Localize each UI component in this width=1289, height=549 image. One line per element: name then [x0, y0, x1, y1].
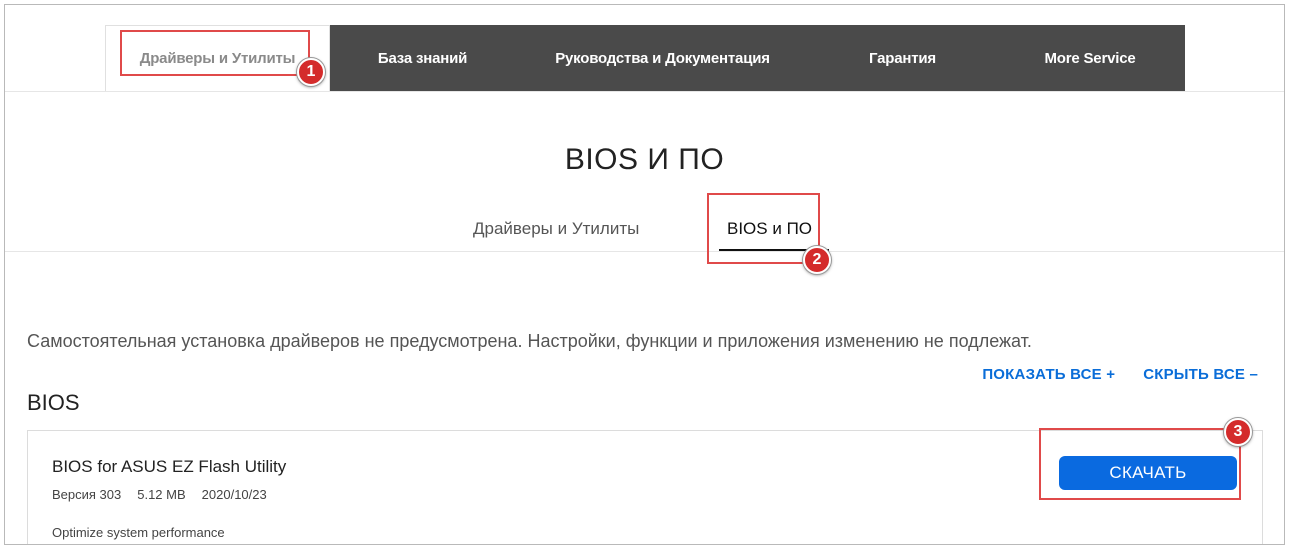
- subtabs-divider: [5, 251, 1284, 252]
- highlight-box-3: [1039, 428, 1241, 500]
- nav-tab-more-service[interactable]: More Service: [995, 25, 1185, 91]
- nav-tab-warranty[interactable]: Гарантия: [810, 25, 995, 91]
- nav-tab-manuals[interactable]: Руководства и Документация: [515, 25, 810, 91]
- show-all-link[interactable]: ПОКАЗАТЬ ВСЕ +: [982, 366, 1115, 383]
- nav-tab-knowledge-base[interactable]: База знаний: [330, 25, 515, 91]
- highlight-box-2: [707, 193, 820, 264]
- step-badge-1: 1: [297, 58, 325, 86]
- subtab-drivers[interactable]: Драйверы и Утилиты: [473, 219, 639, 239]
- step-badge-2: 2: [803, 246, 831, 274]
- item-description: Optimize system performance: [52, 525, 225, 540]
- hide-all-link[interactable]: СКРЫТЬ ВСЕ –: [1143, 366, 1258, 383]
- expand-controls: ПОКАЗАТЬ ВСЕ + СКРЫТЬ ВСЕ –: [982, 366, 1258, 383]
- subtabs: Драйверы и Утилиты BIOS и ПО: [5, 211, 1284, 252]
- page-title: BIOS И ПО: [564, 143, 725, 176]
- step-badge-3: 3: [1224, 418, 1252, 446]
- section-title-bios: BIOS: [27, 390, 80, 415]
- nav-divider: [5, 91, 1284, 92]
- install-notice: Самостоятельная установка драйверов не п…: [27, 331, 1032, 351]
- item-date: 2020/10/23: [201, 487, 267, 502]
- item-title: BIOS for ASUS EZ Flash Utility: [52, 457, 287, 476]
- item-size: 5.12 MB: [137, 487, 186, 502]
- item-meta: Версия 303 5.12 MB 2020/10/23: [52, 487, 267, 502]
- item-version: Версия 303: [52, 487, 122, 502]
- highlight-box-1: [120, 30, 310, 76]
